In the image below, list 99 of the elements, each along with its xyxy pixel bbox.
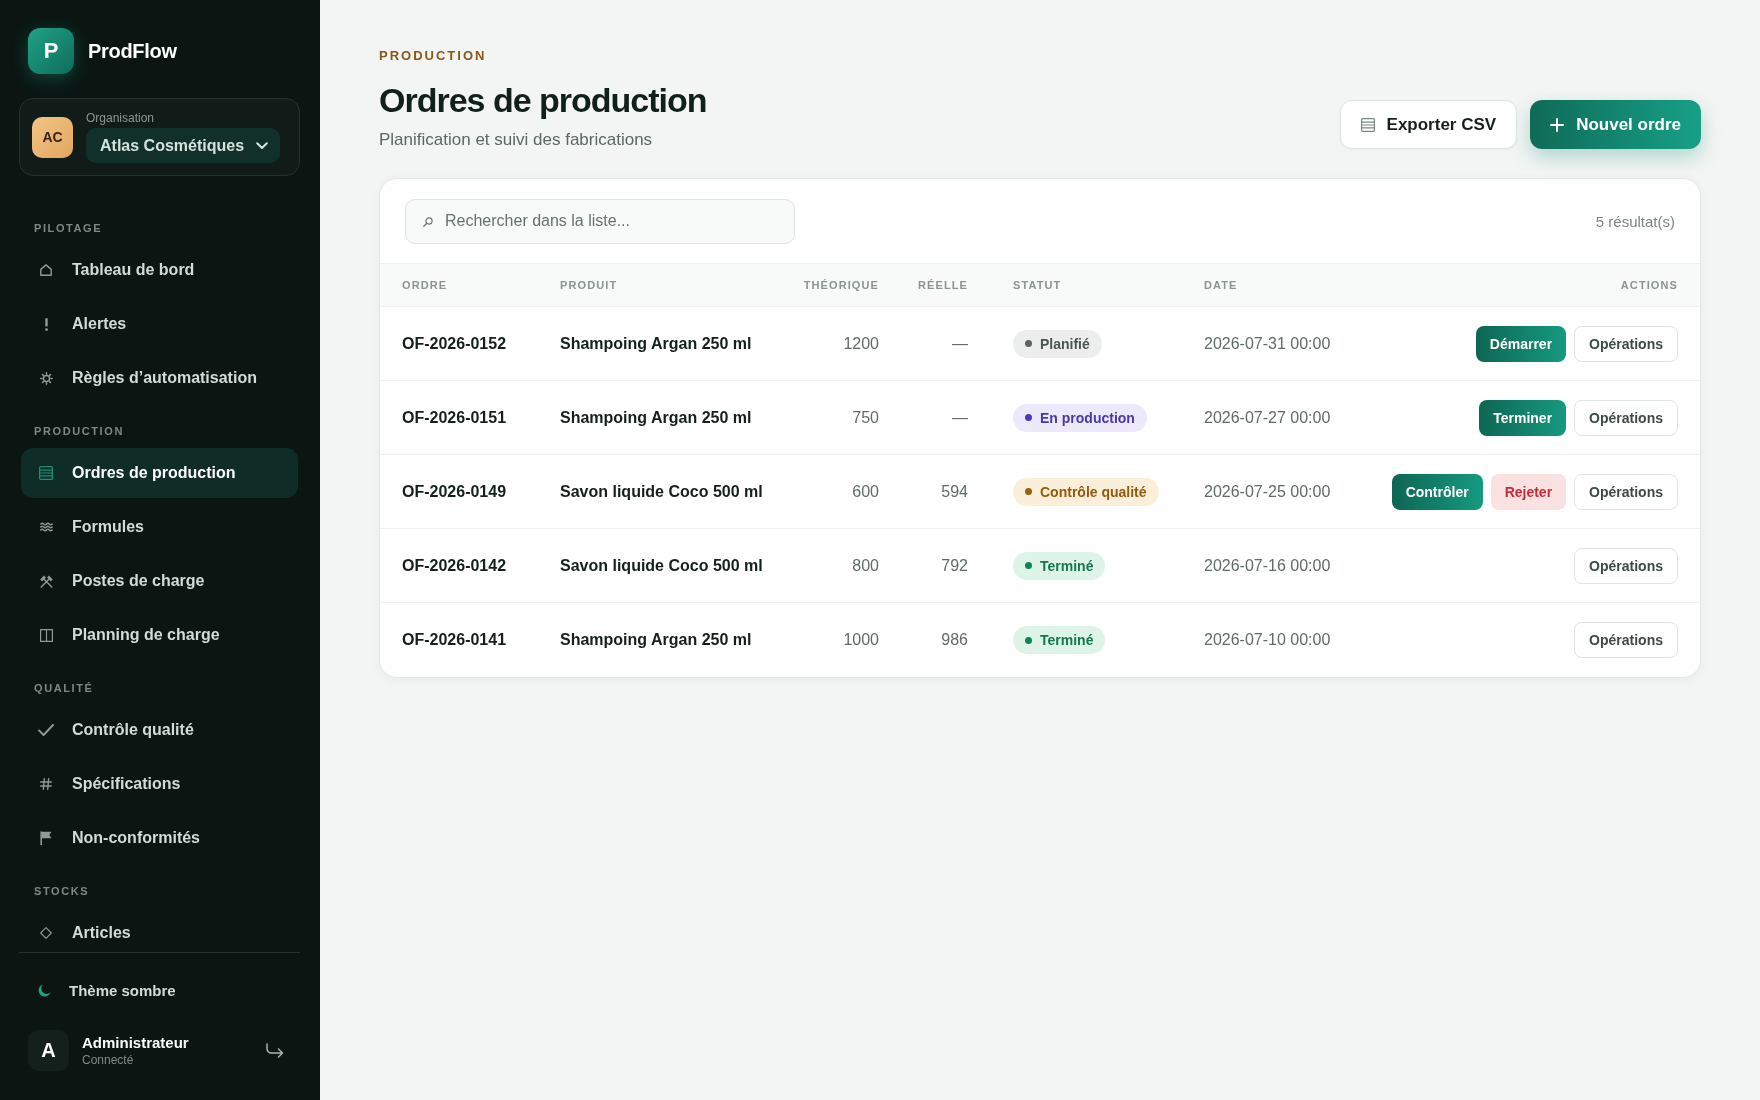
operations-button[interactable]: Opérations [1574,325,1678,362]
operations-button[interactable]: Opérations [1574,473,1678,510]
flag-icon [40,831,52,845]
status-label: Terminé [1040,632,1094,648]
operations-button[interactable]: Opérations [1574,547,1678,584]
operations-button[interactable]: Opérations [1574,399,1678,436]
table-cell: 792 [941,556,968,575]
action-button[interactable]: Terminer [1479,399,1567,436]
status-label: Terminé [1040,557,1094,574]
new-order-button[interactable]: Nouvel ordre [1530,100,1701,149]
nav-item[interactable]: Ordres de production [21,448,298,498]
table-cell: 600 [852,482,879,501]
list-icon [39,466,53,480]
column-header: PRODUIT [560,279,618,291]
export-button[interactable]: Exporter CSV [1339,100,1518,149]
nav-item[interactable]: Règles d’automatisation [21,353,298,403]
result-count: 5 résultat(s) [1595,212,1675,230]
action-button[interactable]: Démarrer [1475,325,1567,362]
moon-icon [38,983,51,997]
reject-button[interactable]: Rejeter [1490,473,1567,510]
chevron-down-icon [256,141,269,150]
nav-item[interactable]: Non-conformités [21,813,298,863]
status-label: En production [1040,409,1135,426]
table-cell: Savon liquide Coco 500 ml [560,556,763,575]
gear-icon [39,371,53,385]
column-header: DATE [1204,279,1238,291]
page-title: Ordres de production [379,80,707,120]
operations-button[interactable]: Opérations [1574,622,1678,658]
table-cell: — [952,334,968,353]
table-cell: Shampoing Argan 250 ml [560,631,752,649]
table-cell: Savon liquide Coco 500 ml [560,482,763,501]
columns-icon [39,628,53,642]
status-label: Contrôle qualité [1040,483,1147,500]
organization-avatar: AC [32,116,73,158]
table-cell: 1200 [843,334,879,353]
user-name: Administrateur [82,1034,190,1051]
column-header: RÉELLE [918,279,968,291]
table-cell: OF-2026-0141 [402,631,507,649]
search-icon [423,216,433,227]
table-cell: 986 [941,631,968,649]
nav-item[interactable]: Formules [21,502,298,552]
column-header: STATUT [1013,279,1062,291]
plus-icon [1550,117,1565,132]
user-avatar: A [28,1030,69,1071]
nav-item[interactable]: Alertes [21,299,298,349]
nav-item[interactable]: Postes de charge [21,556,298,606]
table-cell: — [952,408,968,427]
status-dot-icon [1025,340,1032,347]
nav-item[interactable]: Contrôle qualité [21,705,298,755]
status-dot-icon [1025,414,1032,421]
user-status: Connecté [82,1053,135,1067]
nav-item[interactable]: Planning de charge [21,610,298,660]
table-cell: 750 [852,408,879,427]
column-header: ACTIONS [1620,279,1678,291]
table-cell: 2026-07-25 00:00 [1204,482,1331,501]
page-subtitle: Planification et suivi des fabrications [379,129,654,151]
table-cell: 2026-07-10 00:00 [1204,631,1331,649]
wave-icon [39,522,53,532]
crossed-hammers-icon [39,574,53,588]
check-icon [38,724,54,736]
organization-select[interactable]: Atlas Cosmétiques [86,128,281,163]
theme-toggle[interactable]: Thème sombre [19,968,300,1012]
search-field[interactable]: Rechercher dans la liste... [405,198,795,244]
app-name: ProdFlow [88,39,177,63]
table-cell: OF-2026-0152 [402,334,507,353]
table-cell: OF-2026-0149 [402,482,507,501]
status-dot-icon [1025,636,1032,644]
exclamation-icon [44,317,48,331]
table-cell: OF-2026-0142 [402,556,507,575]
action-button[interactable]: Contrôler [1391,473,1483,510]
nav-section-title: QUALITÉ [33,682,95,694]
table-cell: 594 [941,482,968,501]
nav-item[interactable]: Articles [21,908,298,952]
status-label: Planifié [1040,335,1090,352]
table-cell: 2026-07-27 00:00 [1204,408,1331,427]
diamond-icon [40,927,52,939]
home-icon [40,264,52,276]
status-dot-icon [1025,488,1032,495]
app-logo: P [28,28,74,74]
table-cell: 2026-07-31 00:00 [1204,334,1331,353]
table-cell: 2026-07-16 00:00 [1204,556,1331,575]
section-label: PRODUCTION [379,48,488,64]
nav-section-title: PRODUCTION [33,425,125,437]
table-cell: 800 [852,556,879,575]
table-cell: OF-2026-0151 [402,408,507,427]
nav-section-title: PILOTAGE [33,222,104,234]
hash-icon [40,778,52,790]
table-cell: Shampoing Argan 250 ml [560,334,752,353]
column-header: ORDRE [402,279,448,291]
table-cell: 1000 [843,631,879,649]
status-dot-icon [1025,562,1032,569]
curved-arrow-icon[interactable] [266,1043,284,1058]
nav-section-title: STOCKS [33,885,91,897]
column-header: THÉORIQUE [803,279,879,291]
table-icon [1360,117,1375,132]
table-cell: Shampoing Argan 250 ml [560,408,752,427]
nav-item[interactable]: Tableau de bord [21,245,298,295]
organization-label: Organisation [86,111,156,125]
nav-item[interactable]: Spécifications [21,759,298,809]
